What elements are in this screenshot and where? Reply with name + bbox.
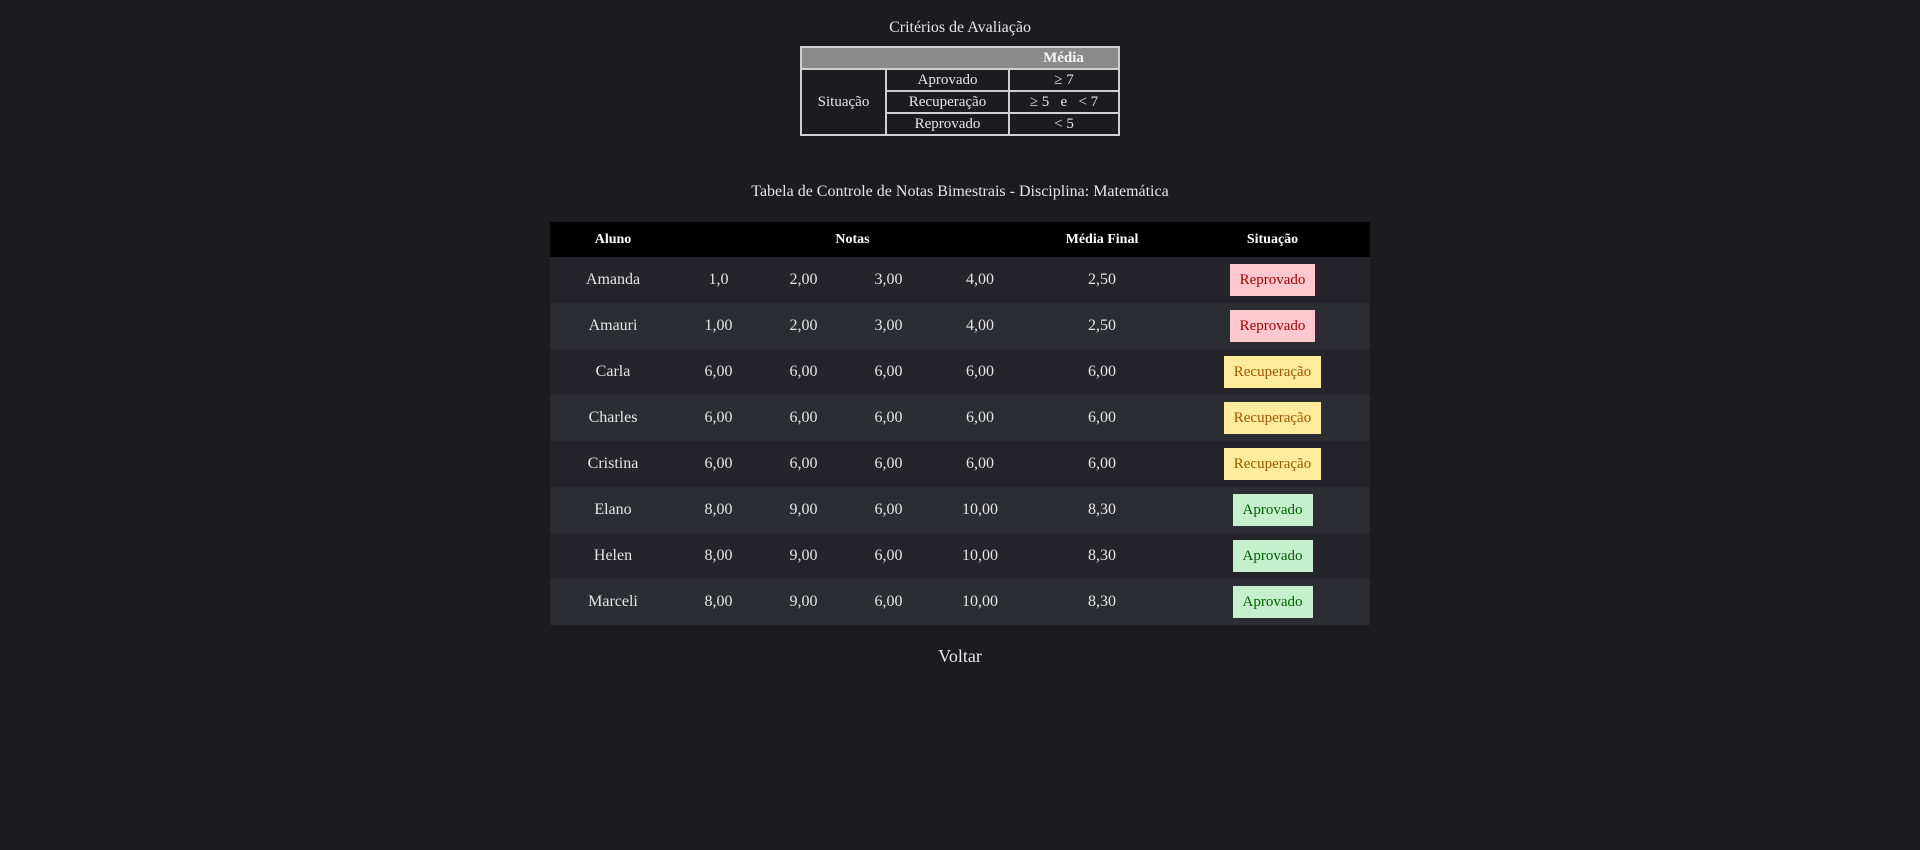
status-badge: Aprovado: [1232, 540, 1313, 572]
criteria-rule: ≥ 5 e < 7: [1008, 90, 1120, 114]
table-row: Helen 8,00 9,00 6,00 10,00 8,30 Aprovado: [550, 533, 1370, 579]
final-average-cell: 2,50: [1029, 257, 1175, 303]
grade-3-cell: 6,00: [846, 579, 931, 625]
grade-1-cell: 1,00: [676, 303, 761, 349]
status-cell: Aprovado: [1175, 487, 1370, 533]
header-media-final: Média Final: [1029, 222, 1175, 257]
criteria-label: Aprovado: [885, 68, 1010, 92]
grade-1-cell: 8,00: [676, 487, 761, 533]
grade-1-cell: 6,00: [676, 349, 761, 395]
status-cell: Reprovado: [1175, 303, 1370, 349]
grade-3-cell: 6,00: [846, 441, 931, 487]
grade-3-cell: 6,00: [846, 395, 931, 441]
grade-4-cell: 10,00: [931, 533, 1029, 579]
grade-2-cell: 9,00: [761, 487, 846, 533]
student-name-cell: Helen: [550, 533, 676, 579]
grade-1-cell: 6,00: [676, 441, 761, 487]
final-average-cell: 6,00: [1029, 441, 1175, 487]
grade-4-cell: 4,00: [931, 257, 1029, 303]
final-average-cell: 8,30: [1029, 579, 1175, 625]
grade-1-cell: 8,00: [676, 533, 761, 579]
status-badge: Aprovado: [1232, 586, 1313, 618]
criteria-label: Reprovado: [885, 112, 1010, 136]
header-notas: Notas: [676, 222, 1029, 257]
criteria-rule: < 5: [1008, 112, 1120, 136]
grade-2-cell: 2,00: [761, 257, 846, 303]
status-cell: Aprovado: [1175, 579, 1370, 625]
status-cell: Recuperação: [1175, 441, 1370, 487]
grade-2-cell: 6,00: [761, 395, 846, 441]
grade-3-cell: 6,00: [846, 349, 931, 395]
student-name-cell: Carla: [550, 349, 676, 395]
student-name-cell: Charles: [550, 395, 676, 441]
status-cell: Recuperação: [1175, 349, 1370, 395]
criteria-row-label: Situação: [800, 68, 887, 136]
table-row: Cristina 6,00 6,00 6,00 6,00 6,00 Recuperação: [550, 441, 1370, 487]
student-name-cell: Cristina: [550, 441, 676, 487]
grade-3-cell: 3,00: [846, 303, 931, 349]
status-badge: Aprovado: [1232, 494, 1313, 526]
header-aluno: Aluno: [550, 222, 676, 257]
final-average-cell: 2,50: [1029, 303, 1175, 349]
grade-3-cell: 6,00: [846, 487, 931, 533]
grade-4-cell: 10,00: [931, 579, 1029, 625]
grade-3-cell: 3,00: [846, 257, 931, 303]
grades-body: Amanda 1,0 2,00 3,00 4,00 2,50 Reprovado Amauri…: [550, 257, 1370, 625]
table-row: Charles 6,00 6,00 6,00 6,00 6,00 Recuperação: [550, 395, 1370, 441]
grade-2-cell: 6,00: [761, 349, 846, 395]
final-average-cell: 6,00: [1029, 349, 1175, 395]
grade-4-cell: 10,00: [931, 487, 1029, 533]
status-badge: Recuperação: [1223, 402, 1322, 434]
status-cell: Recuperação: [1175, 395, 1370, 441]
grade-4-cell: 4,00: [931, 303, 1029, 349]
grades-table: Aluno Notas Média Final Situação Amanda 1…: [550, 222, 1370, 625]
table-row: Marceli 8,00 9,00 6,00 10,00 8,30 Aprovado: [550, 579, 1370, 625]
status-badge: Reprovado: [1229, 264, 1316, 296]
criteria-table: Média Situação Aprovado ≥ 7 Recuperação …: [800, 46, 1120, 136]
student-name-cell: Amanda: [550, 257, 676, 303]
grade-1-cell: 6,00: [676, 395, 761, 441]
table-row: Amanda 1,0 2,00 3,00 4,00 2,50 Reprovado: [550, 257, 1370, 303]
final-average-cell: 6,00: [1029, 395, 1175, 441]
student-name-cell: Amauri: [550, 303, 676, 349]
grade-4-cell: 6,00: [931, 349, 1029, 395]
grade-2-cell: 6,00: [761, 441, 846, 487]
status-cell: Aprovado: [1175, 533, 1370, 579]
criteria-caption: Critérios de Avaliação: [889, 19, 1031, 36]
criteria-row: Situação Aprovado ≥ 7: [800, 68, 1120, 136]
final-average-cell: 8,30: [1029, 533, 1175, 579]
student-name-cell: Marceli: [550, 579, 676, 625]
final-average-cell: 8,30: [1029, 487, 1175, 533]
table-row: Carla 6,00 6,00 6,00 6,00 6,00 Recuperação: [550, 349, 1370, 395]
criteria-header-row: Média: [800, 46, 1120, 70]
back-link-container: Voltar: [0, 645, 1920, 667]
status-cell: Reprovado: [1175, 257, 1370, 303]
grade-4-cell: 6,00: [931, 395, 1029, 441]
header-situacao: Situação: [1175, 222, 1370, 257]
student-name-cell: Elano: [550, 487, 676, 533]
grade-2-cell: 9,00: [761, 579, 846, 625]
grade-2-cell: 2,00: [761, 303, 846, 349]
criteria-header-media: Média: [1009, 46, 1120, 70]
table-row: Elano 8,00 9,00 6,00 10,00 8,30 Aprovado: [550, 487, 1370, 533]
back-link[interactable]: Voltar: [938, 646, 982, 666]
status-badge: Recuperação: [1223, 356, 1322, 388]
grade-2-cell: 9,00: [761, 533, 846, 579]
grade-4-cell: 6,00: [931, 441, 1029, 487]
criteria-header-blank: [800, 46, 1009, 70]
grades-caption: Tabela de Controle de Notas Bimestrais -…: [751, 183, 1169, 200]
criteria-label: Recuperação: [885, 90, 1010, 114]
status-badge: Reprovado: [1229, 310, 1316, 342]
grades-header-row: Aluno Notas Média Final Situação: [550, 222, 1370, 257]
grade-3-cell: 6,00: [846, 533, 931, 579]
grade-1-cell: 1,0: [676, 257, 761, 303]
criteria-rule: ≥ 7: [1008, 68, 1120, 92]
grade-1-cell: 8,00: [676, 579, 761, 625]
status-badge: Recuperação: [1223, 448, 1322, 480]
table-row: Amauri 1,00 2,00 3,00 4,00 2,50 Reprovado: [550, 303, 1370, 349]
